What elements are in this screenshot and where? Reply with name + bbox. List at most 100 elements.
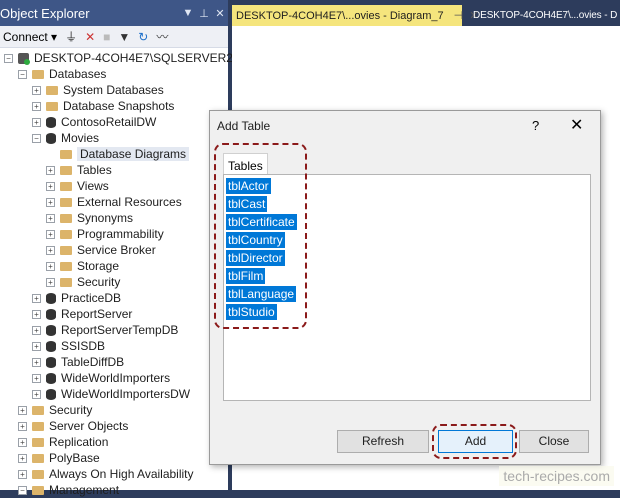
tree-node[interactable]: + WideWorldImporters: [32, 370, 170, 386]
tree-node[interactable]: +SSISDB: [32, 338, 105, 354]
expand-icon[interactable]: +: [18, 406, 27, 415]
tab-label: DESKTOP-4COH4E7\...ovies - D: [473, 10, 617, 21]
database-icon: [46, 293, 56, 304]
tree-node-label: Security: [49, 403, 92, 417]
close-button[interactable]: Close: [519, 430, 589, 453]
folder-icon: [32, 454, 44, 463]
expand-icon[interactable]: +: [46, 246, 55, 255]
database-icon: [46, 309, 56, 320]
activity-monitor-icon[interactable]: 〰: [156, 28, 168, 45]
tree-node[interactable]: +System Databases: [32, 82, 164, 98]
expand-icon[interactable]: +: [18, 438, 27, 447]
object-explorer-header: Object Explorer ▼ ⊥ ✕: [0, 0, 228, 26]
expand-icon[interactable]: +: [32, 358, 41, 367]
tree-node-label: External Resources: [77, 195, 182, 209]
close-icon[interactable]: ✕: [570, 115, 583, 135]
pin-icon[interactable]: ⊣: [454, 9, 464, 22]
expand-icon[interactable]: +: [32, 374, 41, 383]
folder-icon: [46, 102, 58, 111]
tree-node[interactable]: +Tables: [46, 162, 112, 178]
refresh-button[interactable]: Refresh: [337, 430, 429, 453]
folder-icon: [32, 406, 44, 415]
tree-node-label: Programmability: [77, 227, 164, 241]
tree-node[interactable]: +Views: [46, 178, 109, 194]
stop-icon[interactable]: ■: [103, 30, 110, 44]
expand-icon[interactable]: +: [46, 214, 55, 223]
expand-icon[interactable]: +: [32, 390, 41, 399]
tree-node-label: WideWorldImportersDW: [61, 387, 190, 401]
tree-node[interactable]: +ReportServer: [32, 306, 132, 322]
expand-icon[interactable]: +: [32, 294, 41, 303]
panel-title: Object Explorer: [0, 6, 180, 21]
folder-icon: [60, 262, 72, 271]
expand-icon[interactable]: +: [18, 454, 27, 463]
filter-icon[interactable]: ▼: [118, 30, 130, 44]
expand-icon[interactable]: +: [46, 230, 55, 239]
database-icon: [46, 389, 56, 400]
tree-node[interactable]: + Programmability: [46, 226, 164, 242]
tree-node[interactable]: −Databases: [18, 66, 106, 82]
expand-icon[interactable]: +: [18, 422, 27, 431]
tree-node[interactable]: +ContosoRetailDW: [32, 114, 156, 130]
pin-icon[interactable]: ⊥: [196, 7, 212, 20]
connect-button[interactable]: Connect ▾: [3, 30, 57, 44]
tree-node[interactable]: + Always On High Availability: [18, 466, 194, 482]
expand-icon[interactable]: +: [18, 470, 27, 479]
close-icon[interactable]: ✕: [212, 7, 228, 20]
collapse-icon[interactable]: −: [18, 70, 27, 79]
tree-node[interactable]: −Movies: [32, 130, 99, 146]
expand-icon[interactable]: +: [46, 198, 55, 207]
collapse-icon[interactable]: −: [32, 134, 41, 143]
tree-node[interactable]: +Server Objects: [18, 418, 128, 434]
dropdown-icon[interactable]: ▼: [180, 7, 196, 19]
connect-plug-icon[interactable]: ⏚: [65, 28, 77, 45]
database-icon: [46, 325, 56, 336]
tree-node[interactable]: +TableDiffDB: [32, 354, 124, 370]
tree-node[interactable]: + PolyBase: [18, 450, 100, 466]
database-icon: [46, 117, 56, 128]
tab-label: DESKTOP-4COH4E7\...ovies - Diagram_7: [236, 10, 444, 22]
tree-node[interactable]: Database Diagrams: [46, 146, 189, 162]
help-button[interactable]: ?: [532, 118, 539, 133]
tree-node[interactable]: +Synonyms: [46, 210, 133, 226]
object-explorer-panel: Object Explorer ▼ ⊥ ✕ Connect ▾ ⏚ ✕ ■ ▼ …: [0, 0, 228, 490]
expand-icon[interactable]: +: [32, 86, 41, 95]
expand-icon[interactable]: +: [46, 278, 55, 287]
disconnect-icon[interactable]: ✕: [85, 30, 95, 44]
database-icon: [46, 341, 56, 352]
tree-node-label: WideWorldImporters: [61, 371, 170, 385]
tree-node[interactable]: +Security: [46, 274, 120, 290]
tree-node[interactable]: + Database Snapshots: [32, 98, 174, 114]
expand-icon[interactable]: +: [46, 262, 55, 271]
folder-icon: [60, 246, 72, 255]
tab-diagram-other[interactable]: DESKTOP-4COH4E7\...ovies - D: [470, 5, 620, 26]
tree-node[interactable]: −Management: [18, 482, 119, 498]
tree-node-label: Database Snapshots: [63, 99, 174, 113]
tree-node[interactable]: +Replication: [18, 434, 108, 450]
expand-icon[interactable]: +: [46, 166, 55, 175]
object-explorer-toolbar: Connect ▾ ⏚ ✕ ■ ▼ ↻ 〰: [0, 26, 228, 48]
tree-node[interactable]: + Security: [18, 402, 92, 418]
tree-node[interactable]: +Service Broker: [46, 242, 156, 258]
tree-node-label: Always On High Availability: [49, 467, 194, 481]
expand-icon[interactable]: +: [32, 326, 41, 335]
folder-icon: [60, 150, 72, 159]
server-icon: [18, 53, 29, 64]
tree-node[interactable]: + WideWorldImportersDW: [32, 386, 190, 402]
tree-node[interactable]: + External Resources: [46, 194, 182, 210]
tree-node[interactable]: +ReportServerTempDB: [32, 322, 178, 338]
collapse-icon[interactable]: −: [18, 486, 27, 495]
expand-icon[interactable]: +: [46, 182, 55, 191]
tree-node[interactable]: +PracticeDB: [32, 290, 121, 306]
tree-node-label: PolyBase: [49, 451, 100, 465]
expand-icon[interactable]: +: [32, 102, 41, 111]
tab-diagram-7[interactable]: DESKTOP-4COH4E7\...ovies - Diagram_7 ⊣ ✕: [232, 5, 462, 26]
expand-icon[interactable]: +: [32, 342, 41, 351]
refresh-icon[interactable]: ↻: [138, 30, 148, 44]
expand-icon[interactable]: [46, 150, 55, 159]
tree-node[interactable]: +Storage: [46, 258, 119, 274]
folder-icon: [46, 86, 58, 95]
expand-icon[interactable]: +: [32, 310, 41, 319]
collapse-icon[interactable]: −: [4, 54, 13, 63]
expand-icon[interactable]: +: [32, 118, 41, 127]
